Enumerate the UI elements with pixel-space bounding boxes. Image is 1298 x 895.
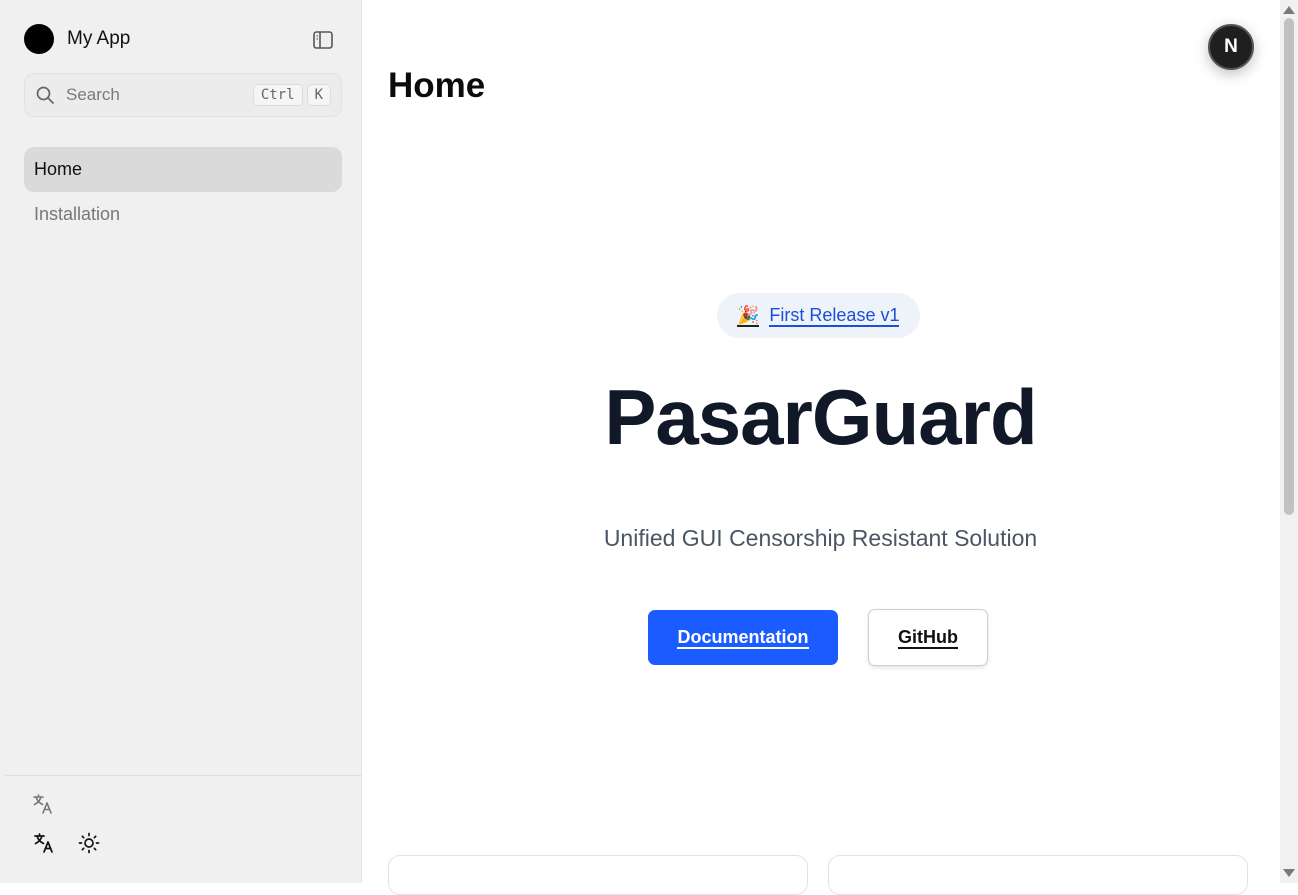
sidebar-nav: Home Installation <box>24 147 342 237</box>
release-badge: 🎉 First Release v1 <box>717 293 920 338</box>
party-emoji: 🎉 <box>737 304 760 327</box>
feature-card[interactable] <box>388 855 808 895</box>
sidebar: My App Search Ctrl K Home Installation <box>0 0 362 883</box>
avatar-letter: N <box>1224 36 1238 57</box>
translate-icon[interactable] <box>30 791 56 817</box>
scroll-thumb[interactable] <box>1284 18 1294 515</box>
documentation-button-label: Documentation <box>677 626 809 649</box>
sidebar-toggle-icon <box>313 31 333 49</box>
github-button-label: GitHub <box>898 626 958 649</box>
translate-icon[interactable] <box>31 830 57 856</box>
avatar[interactable]: N <box>1208 24 1254 70</box>
sidebar-item-home[interactable]: Home <box>24 147 342 192</box>
sidebar-toggle-button[interactable] <box>310 27 336 53</box>
scroll-down-arrow-icon[interactable] <box>1283 869 1295 877</box>
vertical-scrollbar[interactable] <box>1280 0 1298 883</box>
github-button[interactable]: GitHub <box>868 609 988 666</box>
search-icon <box>35 85 55 105</box>
sidebar-footer <box>5 775 362 776</box>
feature-card[interactable] <box>828 855 1248 895</box>
brand[interactable]: My App <box>24 24 130 54</box>
hero-title: PasarGuard <box>604 373 1037 461</box>
app-logo <box>24 24 54 54</box>
scroll-up-arrow-icon[interactable] <box>1283 6 1295 14</box>
sun-icon[interactable] <box>76 830 102 856</box>
release-link[interactable]: First Release v1 <box>769 305 900 327</box>
page-title: Home <box>388 66 486 105</box>
sidebar-item-label: Installation <box>34 204 121 224</box>
brand-name: My App <box>67 28 131 49</box>
sidebar-item-label: Home <box>34 159 83 179</box>
search-input[interactable]: Search Ctrl K <box>24 73 342 117</box>
shortcut-key-k: K <box>306 84 331 106</box>
hero-subtitle: Unified GUI Censorship Resistant Solutio… <box>603 525 1038 551</box>
sidebar-item-installation[interactable]: Installation <box>24 192 342 237</box>
documentation-button[interactable]: Documentation <box>648 610 838 665</box>
shortcut-key-ctrl: Ctrl <box>252 84 303 106</box>
search-placeholder: Search <box>66 85 120 104</box>
